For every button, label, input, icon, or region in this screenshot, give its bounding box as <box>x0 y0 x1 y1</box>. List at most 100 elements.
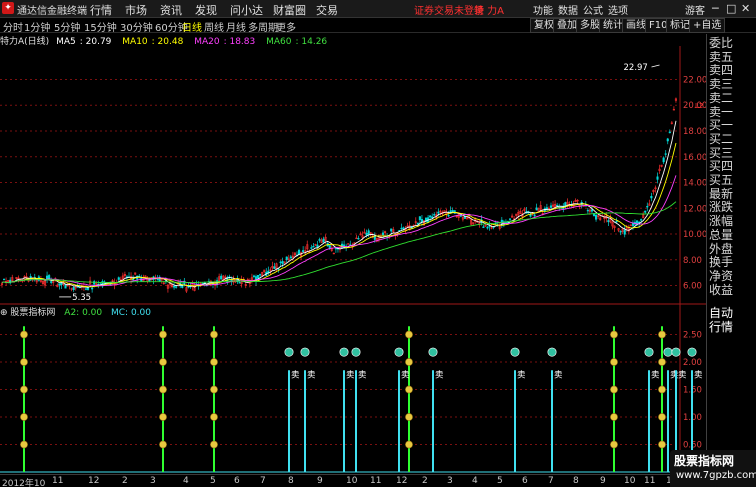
watermark-title: 股票指标网 <box>674 454 735 468</box>
candle-body <box>84 288 88 290</box>
candle-body <box>623 229 626 235</box>
kline-chart[interactable]: 22.0020.0018.0016.0014.0012.0010.008.006… <box>0 46 706 474</box>
period-weekly[interactable]: 周线 <box>204 19 224 34</box>
price-tick-label: 6.00 <box>683 282 702 292</box>
period-5min[interactable]: 5分钟 <box>54 19 80 34</box>
candle-body <box>72 286 75 290</box>
sell-label: 卖 <box>517 370 526 380</box>
auto-quote-label[interactable]: 自动 <box>709 306 733 320</box>
period-15min[interactable]: 15分钟 <box>84 19 117 34</box>
period-1min[interactable]: 1分钟 <box>24 19 50 34</box>
a2-readout: A2: 0.00 <box>64 308 103 318</box>
candle-body <box>508 218 512 220</box>
menu-discover[interactable]: 发现 <box>195 2 217 18</box>
app-logo-icon: ✦ <box>2 2 14 14</box>
maximize-icon[interactable]: □ <box>726 2 736 15</box>
auto-quote-label[interactable]: 行情 <box>709 320 733 334</box>
candle-body <box>644 210 647 213</box>
period-more[interactable]: 更多 <box>276 19 296 34</box>
quote-label: 涨跌 <box>709 200 734 215</box>
time-tick: 9 <box>600 476 606 486</box>
candle-body <box>451 210 454 212</box>
time-tick: 7 <box>548 476 554 486</box>
money-bag-icon <box>20 358 28 366</box>
time-tick: 2 <box>422 476 428 486</box>
quote-label: 卖一 <box>709 104 734 119</box>
money-bag-icon <box>658 330 666 339</box>
candle-body <box>640 219 643 221</box>
quote-label: 外盘 <box>709 241 734 256</box>
quote-label: 总量 <box>709 227 734 242</box>
period-monthly[interactable]: 月线 <box>226 19 246 34</box>
candle-body <box>607 220 610 223</box>
menu-function[interactable]: 功能 <box>533 2 553 17</box>
quote-label: 卖二 <box>709 90 734 105</box>
check-circle-icon <box>339 347 349 357</box>
money-bag-icon <box>20 385 28 394</box>
close-icon[interactable]: ✕ <box>741 2 750 15</box>
money-bag-icon <box>405 385 413 394</box>
menu-quotes[interactable]: 行情 <box>90 2 112 18</box>
menu-wealth[interactable]: 财富圈 <box>273 2 306 18</box>
price-tick-label: 8.00 <box>683 256 702 266</box>
candle-body <box>650 195 653 199</box>
sell-label: 卖 <box>554 370 563 380</box>
money-bag-icon <box>658 385 666 394</box>
candle-body <box>400 227 403 230</box>
l2-tab[interactable]: L2 <box>695 102 705 110</box>
candle-body <box>156 279 159 281</box>
menu-trade[interactable]: 交易 <box>316 2 338 18</box>
candle-body <box>619 231 622 233</box>
minimize-icon[interactable]: ─ <box>712 2 719 15</box>
indicator-name[interactable]: 股票指标网 <box>10 308 55 318</box>
period-multi[interactable]: 多周期 <box>248 19 278 34</box>
candle-body <box>281 261 284 265</box>
period-daily[interactable]: 日线 <box>182 19 202 34</box>
time-tick: 5 <box>497 476 503 486</box>
check-circle-icon <box>671 347 681 357</box>
money-bag-icon <box>210 330 218 339</box>
high-marker-label: 22.97 <box>624 63 648 73</box>
time-tick: 4 <box>472 476 478 486</box>
candle-body <box>2 278 6 281</box>
tab-add-watchlist[interactable]: +自选 <box>689 18 726 33</box>
main-chart-header: 特力A(日线) MA5: 20.79 MA10: 20.48 MA20: 18.… <box>0 34 335 47</box>
time-axis: 2012年1011122345678910111223456789101112 <box>0 474 706 487</box>
money-bag-icon <box>405 358 413 366</box>
candle-body <box>328 245 331 249</box>
menu-news[interactable]: 资讯 <box>160 2 182 18</box>
time-tick: 12 <box>396 476 408 486</box>
app-title: 通达信金融终端 <box>17 6 87 17</box>
candle-body <box>279 261 282 264</box>
candle-body <box>429 215 432 218</box>
period-timeshare[interactable]: 分时 <box>3 19 23 34</box>
sell-label: 卖 <box>694 370 703 380</box>
time-tick: 11 <box>644 476 656 486</box>
menu-formula[interactable]: 公式 <box>583 2 603 17</box>
candle-body <box>549 205 553 208</box>
menu-ask[interactable]: 问小达 <box>230 2 263 18</box>
candle-body <box>664 153 667 155</box>
menu-market[interactable]: 市场 <box>125 2 147 18</box>
period-30min[interactable]: 30分钟 <box>120 19 153 34</box>
check-circle-icon <box>547 347 557 357</box>
candle-body <box>668 131 671 134</box>
candle-body <box>220 275 223 280</box>
quote-label: 最新 <box>709 186 734 201</box>
money-bag-icon <box>405 330 413 339</box>
money-bag-icon <box>159 413 167 421</box>
candle-body <box>252 275 256 277</box>
money-bag-icon <box>658 440 666 449</box>
period-bar: 分时 1分钟 5分钟 15分钟 30分钟 60分钟 日线 周线 月线 多周期 更… <box>0 18 756 34</box>
candle-body <box>595 214 598 220</box>
menu-options[interactable]: 选项 <box>608 2 628 17</box>
menu-data[interactable]: 数据 <box>558 2 578 17</box>
check-circle-icon <box>394 347 404 357</box>
low-marker-label: 5.35 <box>72 293 91 303</box>
time-tick: 4 <box>183 476 189 486</box>
user-guest[interactable]: 游客 <box>685 2 705 17</box>
time-tick: 8 <box>573 476 579 486</box>
candle-body <box>381 232 385 236</box>
candle-body <box>535 207 538 211</box>
money-bag-icon <box>20 440 28 449</box>
